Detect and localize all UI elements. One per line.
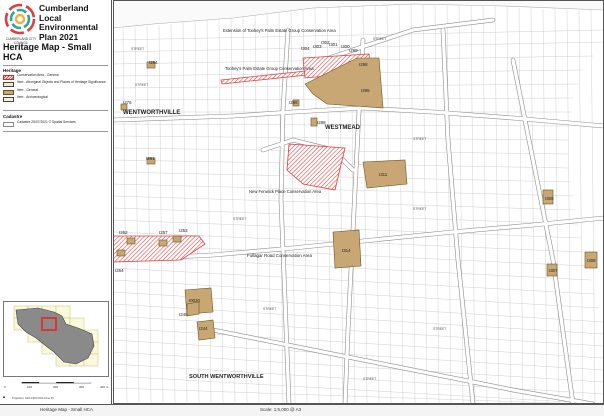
item-label: I311	[379, 172, 388, 177]
item-label: I303	[313, 44, 322, 49]
street-labels: STREET STREET STREET STREET STREET STREE…	[131, 37, 446, 381]
item-label: I300	[341, 44, 350, 49]
street-label: STREET	[433, 327, 446, 331]
divider	[3, 110, 108, 111]
item-label: I0020	[189, 298, 201, 303]
aboriginal-item-swatch	[3, 82, 14, 87]
suburb-label-westmead: WESTMEAD	[325, 125, 361, 131]
divider	[3, 65, 108, 66]
map-canvas[interactable]: STREET STREET STREET STREET STREET STREE…	[113, 0, 604, 404]
strip-scale: Scale: 1:5,000 @ A3	[260, 407, 302, 412]
street-label: STREET	[363, 377, 376, 381]
cadastre-swatch	[3, 122, 14, 127]
street-label: STREET	[135, 83, 148, 87]
item-label: I298	[359, 62, 368, 67]
item-label: I261	[146, 156, 155, 161]
legend-item-cadastre: Cadastre 25/07/2021 © Spatial Services	[3, 120, 111, 130]
item-label: I253	[179, 228, 188, 233]
inset-map-graphic	[13, 305, 99, 367]
legend-label: Cadastre 25/07/2021 © Spatial Services	[17, 120, 76, 124]
legend-item-archaeological: Item - Archaeological	[3, 95, 111, 105]
general-item-swatch	[3, 90, 14, 95]
item-label: I286	[289, 100, 298, 105]
cadastre-heading: Cadastre	[3, 114, 23, 119]
projection-note: Projection: GDA 1994 MGA Zone 56	[12, 397, 54, 400]
item-label: I257	[159, 230, 168, 235]
new-fenwick-conservation-area[interactable]	[286, 143, 346, 191]
scale-label: 0	[4, 385, 6, 389]
item-label: I254	[149, 60, 158, 65]
item-label: I295	[361, 88, 370, 93]
item-label: I301	[329, 42, 338, 47]
scale-label: 100	[27, 385, 33, 389]
locality-inset-map	[3, 301, 109, 377]
archaeological-item-swatch	[3, 97, 14, 102]
legend-label: Item - Aboriginal Objects and Places of …	[17, 80, 106, 84]
legend-label: Item - Archaeological	[17, 95, 48, 99]
item-label: I314	[342, 248, 351, 253]
label-new-fenwick-conservation-area: New Fenwick Place Conservation Area	[249, 189, 322, 194]
heritage-item-i264[interactable]	[116, 249, 126, 257]
scale-bar: 0 100 200 300 400 m	[4, 382, 110, 392]
item-label: I288	[317, 120, 326, 125]
strip-map-name: Heritage Map - Small HCA	[40, 407, 94, 412]
street-label: STREET	[413, 207, 426, 211]
item-label: I276	[123, 100, 132, 105]
conservation-area-swatch	[3, 75, 14, 80]
scale-label: 200	[53, 385, 59, 389]
item-label: I302	[321, 40, 330, 45]
street-label: STREET	[233, 217, 246, 221]
north-arrow-icon: ▲	[2, 394, 6, 399]
suburb-label-wentworthville: WENTWORTHVILLE	[123, 110, 180, 116]
scale-label: 400 m	[100, 385, 109, 389]
item-label: I309	[545, 196, 554, 201]
heritage-item-i245[interactable]	[186, 301, 200, 317]
item-label: I308	[587, 258, 596, 263]
heritage-map[interactable]: STREET STREET STREET STREET STREET STREE…	[113, 0, 604, 404]
legend-label: Item - General	[17, 88, 39, 92]
scale-label: 300	[79, 385, 85, 389]
heritage-item-i262[interactable]	[126, 237, 136, 245]
item-label: I299	[349, 48, 358, 53]
item-label: I245	[179, 312, 188, 317]
label-tooheys-conservation-area: Toohey's Palm Estate Group Conservation …	[225, 66, 314, 71]
street-label: STREET	[263, 307, 276, 311]
street-label: STREET	[373, 37, 386, 41]
legend-panel: CUMBERLAND CITY COUNCIL Cumberland Local…	[0, 0, 112, 404]
item-label: I264	[115, 268, 124, 273]
item-label: I244	[199, 326, 208, 331]
item-label: I304	[301, 46, 310, 51]
heritage-item-i257[interactable]	[158, 239, 168, 247]
map-title: Heritage Map - Small HCA	[3, 42, 92, 62]
label-extension-conservation-area: Extension of Toohey's Palm Estate Group …	[223, 28, 336, 33]
street-label: STREET	[413, 137, 426, 141]
title-strip: Heritage Map - Small HCA Scale: 1:5,000 …	[0, 404, 604, 416]
plan-title: Cumberland Local Environmental Plan 2021	[39, 3, 99, 42]
divider	[3, 131, 108, 132]
label-fullagar-conservation-area: Fullagar Road Conservation Area	[247, 253, 312, 258]
street-label: STREET	[131, 47, 144, 51]
legend-label: Conservation Area - General	[17, 73, 59, 77]
heritage-item-i253[interactable]	[172, 235, 182, 243]
item-label: I307	[549, 268, 558, 273]
suburb-label-south-wentworthville-1: SOUTH WENTWORTHVILLE	[189, 374, 264, 380]
item-label: I262	[119, 230, 128, 235]
